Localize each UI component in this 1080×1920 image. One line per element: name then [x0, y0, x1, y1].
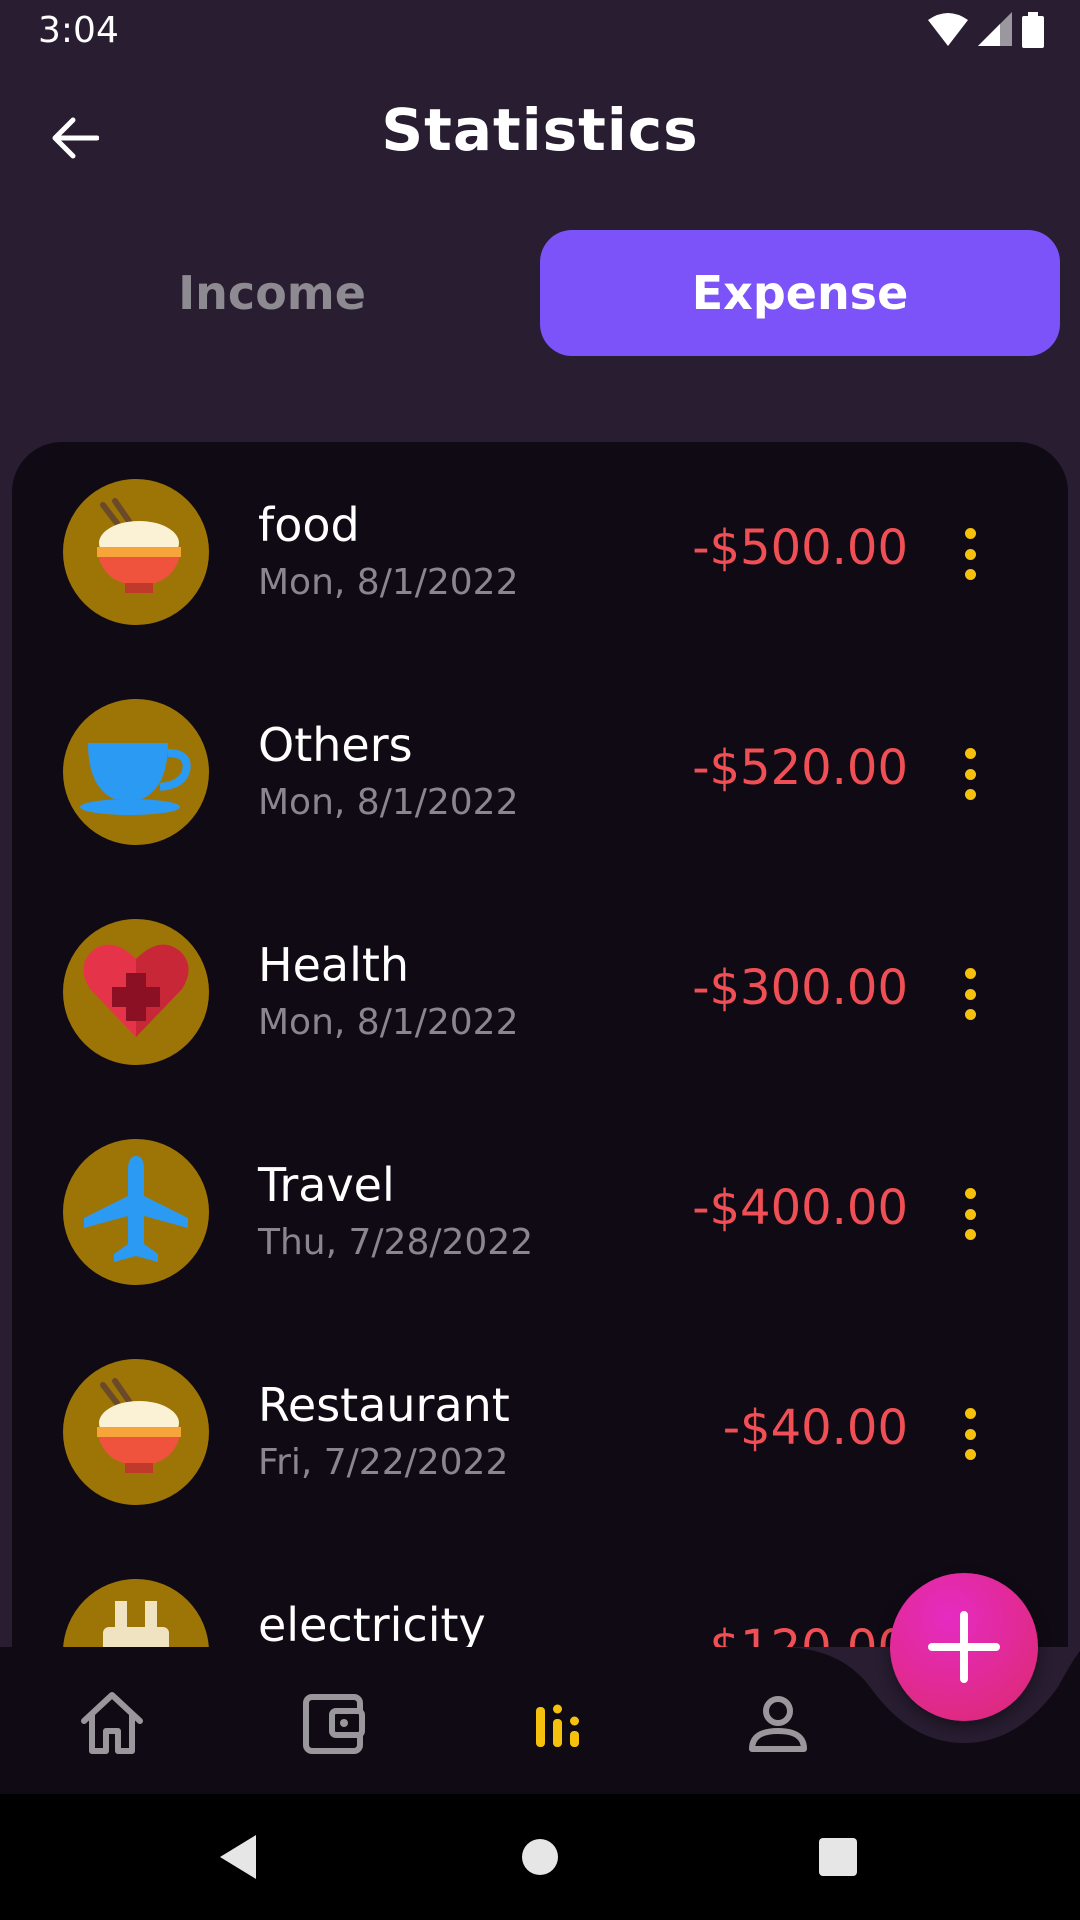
rice-bowl-icon	[63, 1359, 209, 1505]
rice-bowl-icon	[63, 479, 209, 625]
more-options-icon[interactable]	[948, 966, 992, 1022]
transaction-date: Fri, 7/22/2022	[258, 1442, 509, 1483]
status-bar: 3:04	[0, 0, 1080, 64]
add-transaction-button[interactable]	[890, 1573, 1038, 1721]
airplane-icon	[63, 1139, 209, 1285]
wallet-icon	[303, 1694, 365, 1754]
tab-expense[interactable]: Expense	[540, 230, 1060, 356]
home-icon	[81, 1692, 143, 1754]
status-time: 3:04	[38, 10, 119, 51]
more-options-icon[interactable]	[948, 1406, 992, 1462]
transaction-name: Health	[258, 938, 410, 992]
transaction-row[interactable]: Others Mon, 8/1/2022 -$520.00	[12, 662, 1068, 882]
transaction-row[interactable]: Travel Thu, 7/28/2022 -$400.00	[12, 1102, 1068, 1322]
transaction-amount: -$400.00	[692, 1180, 908, 1236]
more-options-icon[interactable]	[948, 526, 992, 582]
transaction-list[interactable]: food Mon, 8/1/2022 -$500.00 Others Mon, …	[12, 442, 1068, 1647]
type-tabs: Income Expense	[12, 230, 1060, 356]
transaction-date: Mon, 8/1/2022	[258, 1002, 519, 1043]
transaction-date: Thu, 7/28/2022	[258, 1222, 534, 1263]
system-recents-button[interactable]	[788, 1794, 888, 1920]
tab-income[interactable]: Income	[12, 230, 532, 356]
transaction-amount: -$500.00	[692, 520, 908, 576]
transaction-row[interactable]: food Mon, 8/1/2022 -$500.00	[12, 442, 1068, 662]
nav-statistics[interactable]	[518, 1683, 598, 1763]
nav-profile[interactable]	[738, 1683, 818, 1763]
transaction-amount: -$520.00	[692, 740, 908, 796]
signal-icon	[978, 12, 1012, 46]
transaction-amount: -$120.00	[692, 1620, 908, 1647]
square-recents-icon	[819, 1838, 857, 1876]
more-options-icon[interactable]	[948, 1186, 992, 1242]
transaction-row[interactable]: Restaurant Fri, 7/22/2022 -$40.00	[12, 1322, 1068, 1542]
status-icons	[928, 12, 1044, 48]
transaction-name: electricity	[258, 1598, 486, 1647]
transaction-date: Mon, 8/1/2022	[258, 782, 519, 823]
coffee-cup-icon	[63, 699, 209, 845]
transaction-amount: -$40.00	[722, 1400, 908, 1456]
triangle-back-icon	[220, 1835, 256, 1879]
transaction-name: Others	[258, 718, 413, 772]
page-title: Statistics	[381, 96, 699, 164]
system-back-button[interactable]	[188, 1794, 288, 1920]
person-icon	[749, 1696, 807, 1752]
app-header: Statistics	[0, 64, 1080, 204]
wifi-icon	[928, 13, 968, 46]
bar-chart-icon	[536, 1704, 579, 1747]
system-navigation-bar	[0, 1794, 1080, 1920]
nav-wallet[interactable]	[294, 1683, 374, 1763]
transaction-name: Restaurant	[258, 1378, 510, 1432]
more-options-icon[interactable]	[948, 746, 992, 802]
transaction-amount: -$300.00	[692, 960, 908, 1016]
nav-home[interactable]	[72, 1683, 152, 1763]
circle-home-icon	[522, 1839, 558, 1875]
system-home-button[interactable]	[490, 1794, 590, 1920]
heart-cross-icon	[63, 919, 209, 1065]
transaction-row[interactable]: Health Mon, 8/1/2022 -$300.00	[12, 882, 1068, 1102]
plug-icon	[63, 1579, 209, 1647]
battery-icon	[1022, 12, 1044, 48]
transaction-date: Mon, 8/1/2022	[258, 562, 519, 603]
plus-icon	[928, 1611, 1000, 1683]
transaction-name: Travel	[258, 1158, 395, 1212]
transaction-name: food	[258, 498, 360, 552]
